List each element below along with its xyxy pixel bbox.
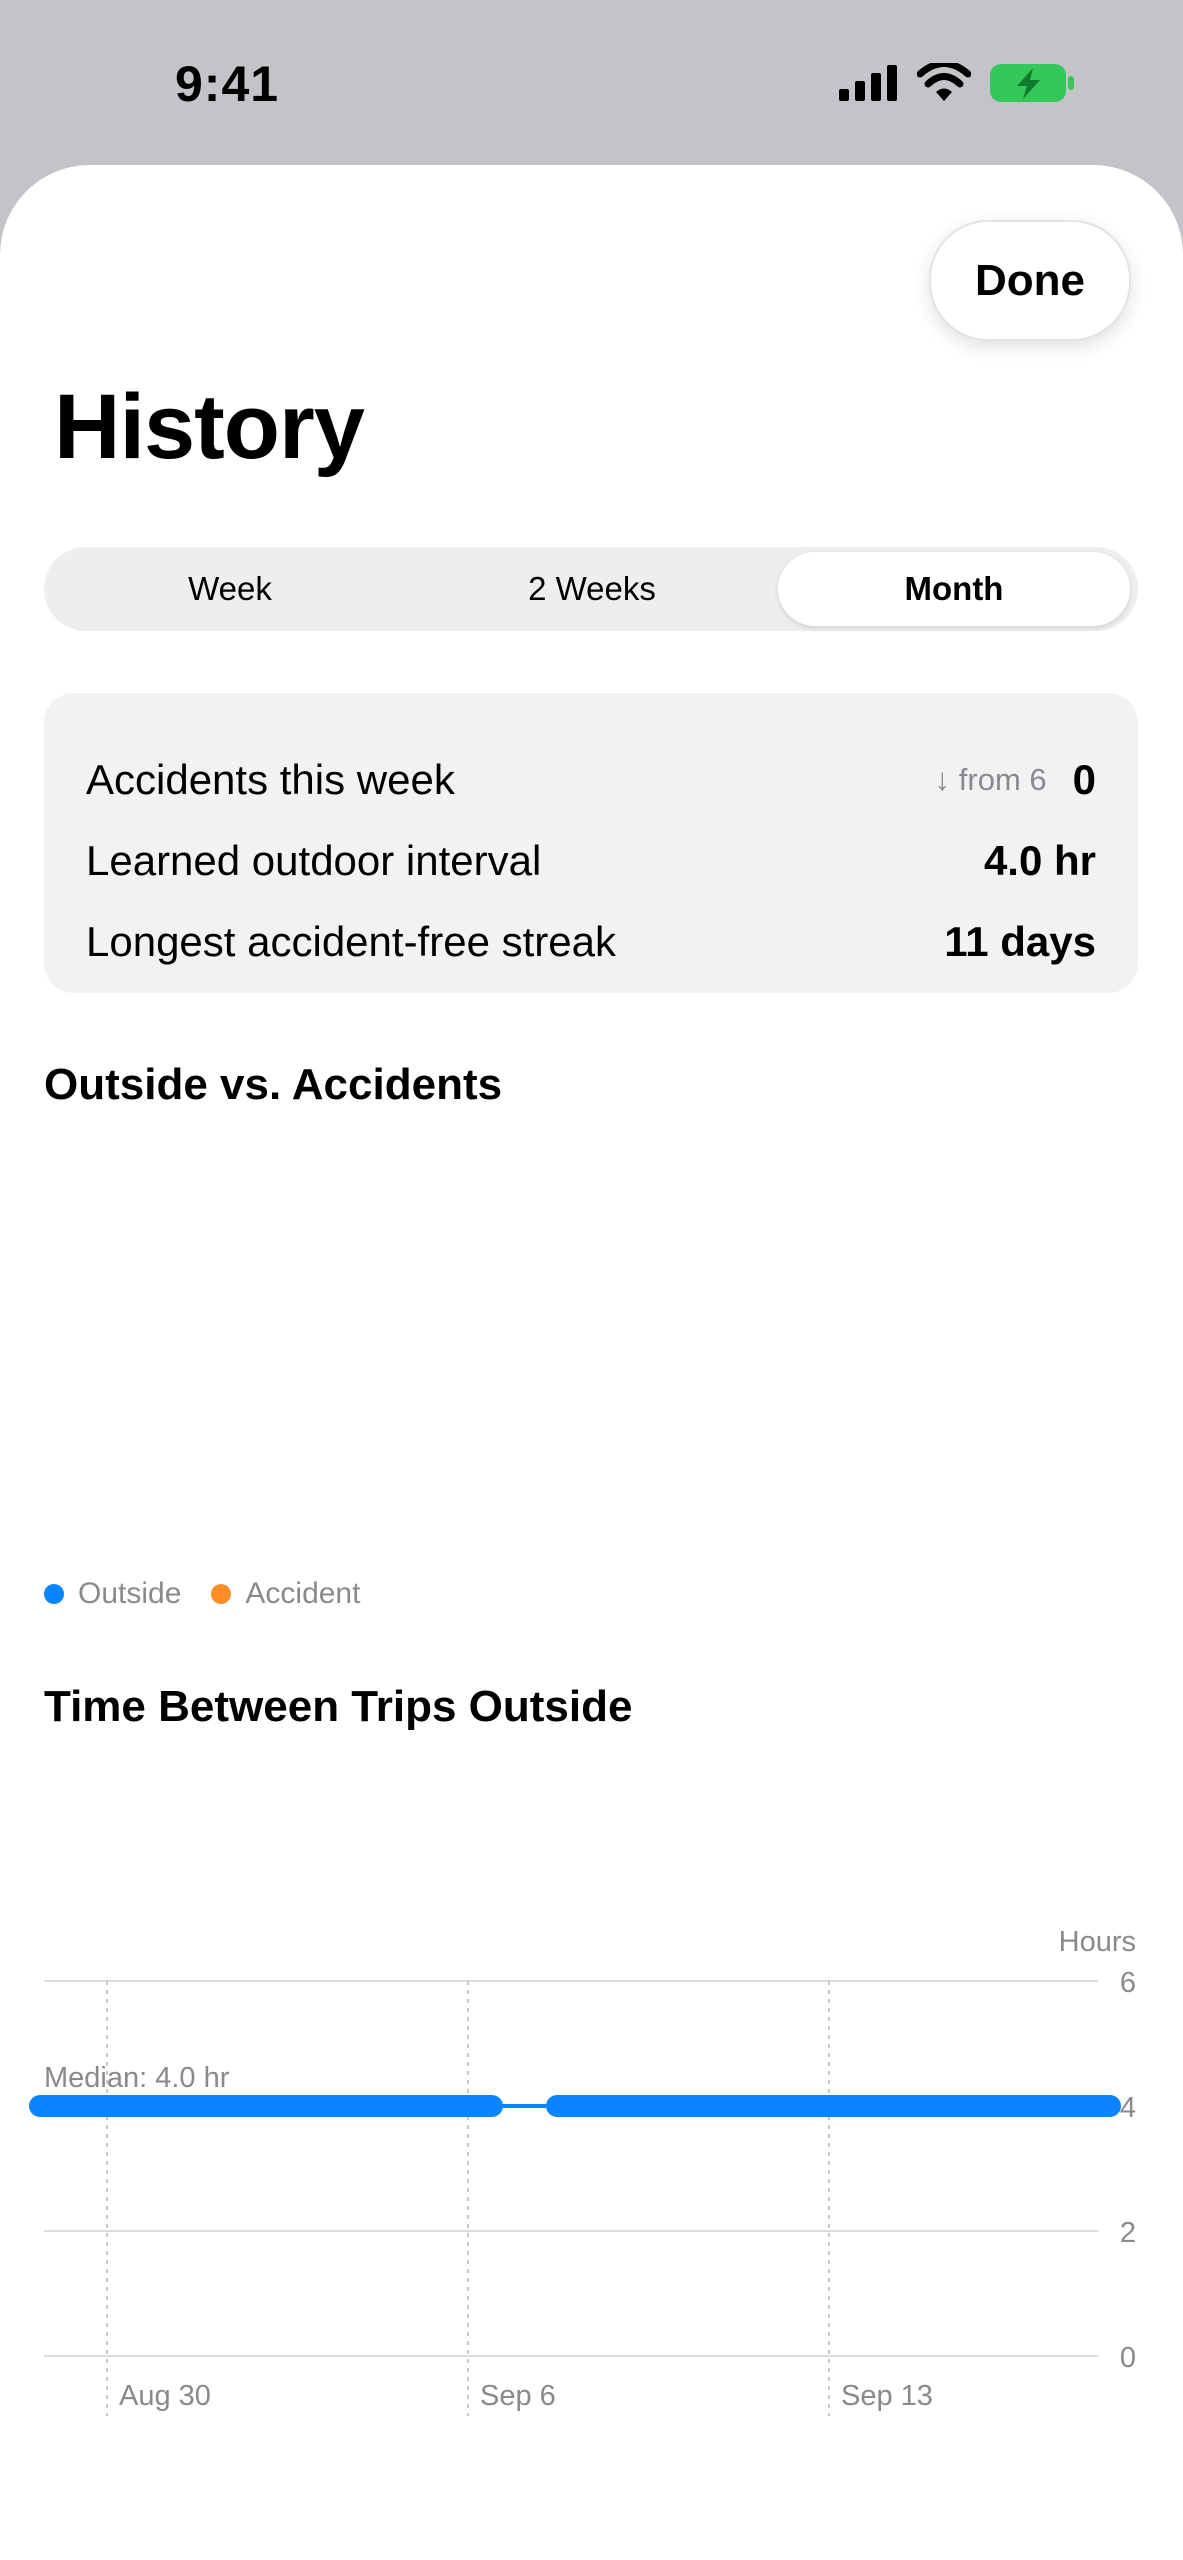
- outside-vs-accidents-chart: 0246Aug 30Sep 6Sep 13: [0, 1115, 1183, 1545]
- stat-label: Longest accident-free streak: [86, 918, 616, 965]
- cellular-signal-icon: [839, 65, 897, 101]
- range-option-2-weeks[interactable]: 2 Weeks: [411, 552, 773, 626]
- median-annotation: Median: 4.0 hr: [44, 2062, 230, 2094]
- battery-charging-icon: [990, 64, 1074, 102]
- history-sheet: Done History Week 2 Weeks Month Accident…: [0, 165, 1183, 2560]
- stat-value: 4.0 hr: [983, 837, 1096, 884]
- y-tick-label: 2: [1120, 2217, 1136, 2249]
- y-axis-label: Hours: [1059, 1926, 1136, 1958]
- x-tick-label: Sep 6: [480, 2380, 556, 2412]
- stat-value: 0: [1072, 756, 1096, 803]
- legend-item-accident: Accident: [211, 1577, 360, 1611]
- status-time: 9:41: [175, 56, 280, 112]
- stat-label: Learned outdoor interval: [86, 837, 542, 884]
- legend-item-outside: Outside: [44, 1577, 181, 1611]
- legend-label: Outside: [78, 1577, 182, 1610]
- wifi-icon: [917, 63, 971, 101]
- chart-title-time-between-trips: Time Between Trips Outside: [44, 1682, 633, 1731]
- legend-dot-outside: [44, 1584, 64, 1604]
- stat-row-accidents: Accidents this week ↓ from 6 0: [86, 745, 1096, 815]
- y-tick-label: 4: [1120, 2092, 1136, 2124]
- x-tick-label: Sep 13: [841, 2380, 933, 2412]
- stats-card: Accidents this week ↓ from 6 0 Learned o…: [44, 693, 1138, 993]
- chart-title-outside-vs-accidents: Outside vs. Accidents: [44, 1060, 503, 1109]
- page-title: History: [54, 376, 365, 478]
- stat-label: Accidents this week: [86, 756, 455, 803]
- done-button[interactable]: Done: [929, 220, 1131, 341]
- range-option-month[interactable]: Month: [778, 552, 1130, 626]
- legend-label: Accident: [245, 1577, 361, 1610]
- chart-legend: Outside Accident: [44, 1577, 390, 1611]
- y-tick-label: 6: [1120, 1967, 1136, 1999]
- y-tick-label: 0: [1120, 2342, 1136, 2374]
- range-segmented-control: Week 2 Weeks Month: [44, 547, 1138, 631]
- stat-row-streak: Longest accident-free streak 11 days: [86, 907, 1096, 977]
- range-option-week[interactable]: Week: [49, 552, 411, 626]
- stat-change: ↓ from 6: [934, 762, 1047, 797]
- time-between-trips-chart: Hours 0 2 4 6 Aug 30 Sep 6 Sep 13 Median: 4.0 hr: [29, 1926, 1136, 2416]
- legend-dot-accident: [211, 1584, 232, 1604]
- stat-row-interval: Learned outdoor interval 4.0 hr: [86, 826, 1096, 896]
- status-bar: 9:41: [0, 0, 1183, 165]
- x-tick-label: Aug 30: [119, 2380, 211, 2412]
- status-icons: [839, 62, 1075, 104]
- stat-value: 11 days: [944, 918, 1096, 965]
